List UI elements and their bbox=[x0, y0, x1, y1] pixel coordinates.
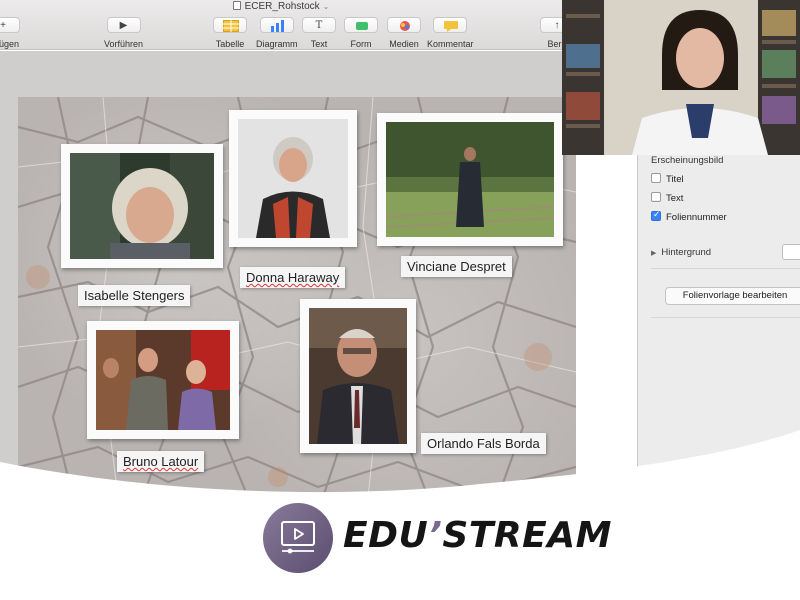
edustream-logo-badge bbox=[263, 503, 333, 573]
bottom-wave-banner bbox=[0, 430, 800, 600]
video-player-icon bbox=[281, 521, 315, 554]
video-frame: ECER_Rohstock⌄ + zufügen ▶ Vorführen Tab… bbox=[0, 0, 800, 600]
edustream-wordmark: EDU’STREAM bbox=[343, 515, 612, 556]
